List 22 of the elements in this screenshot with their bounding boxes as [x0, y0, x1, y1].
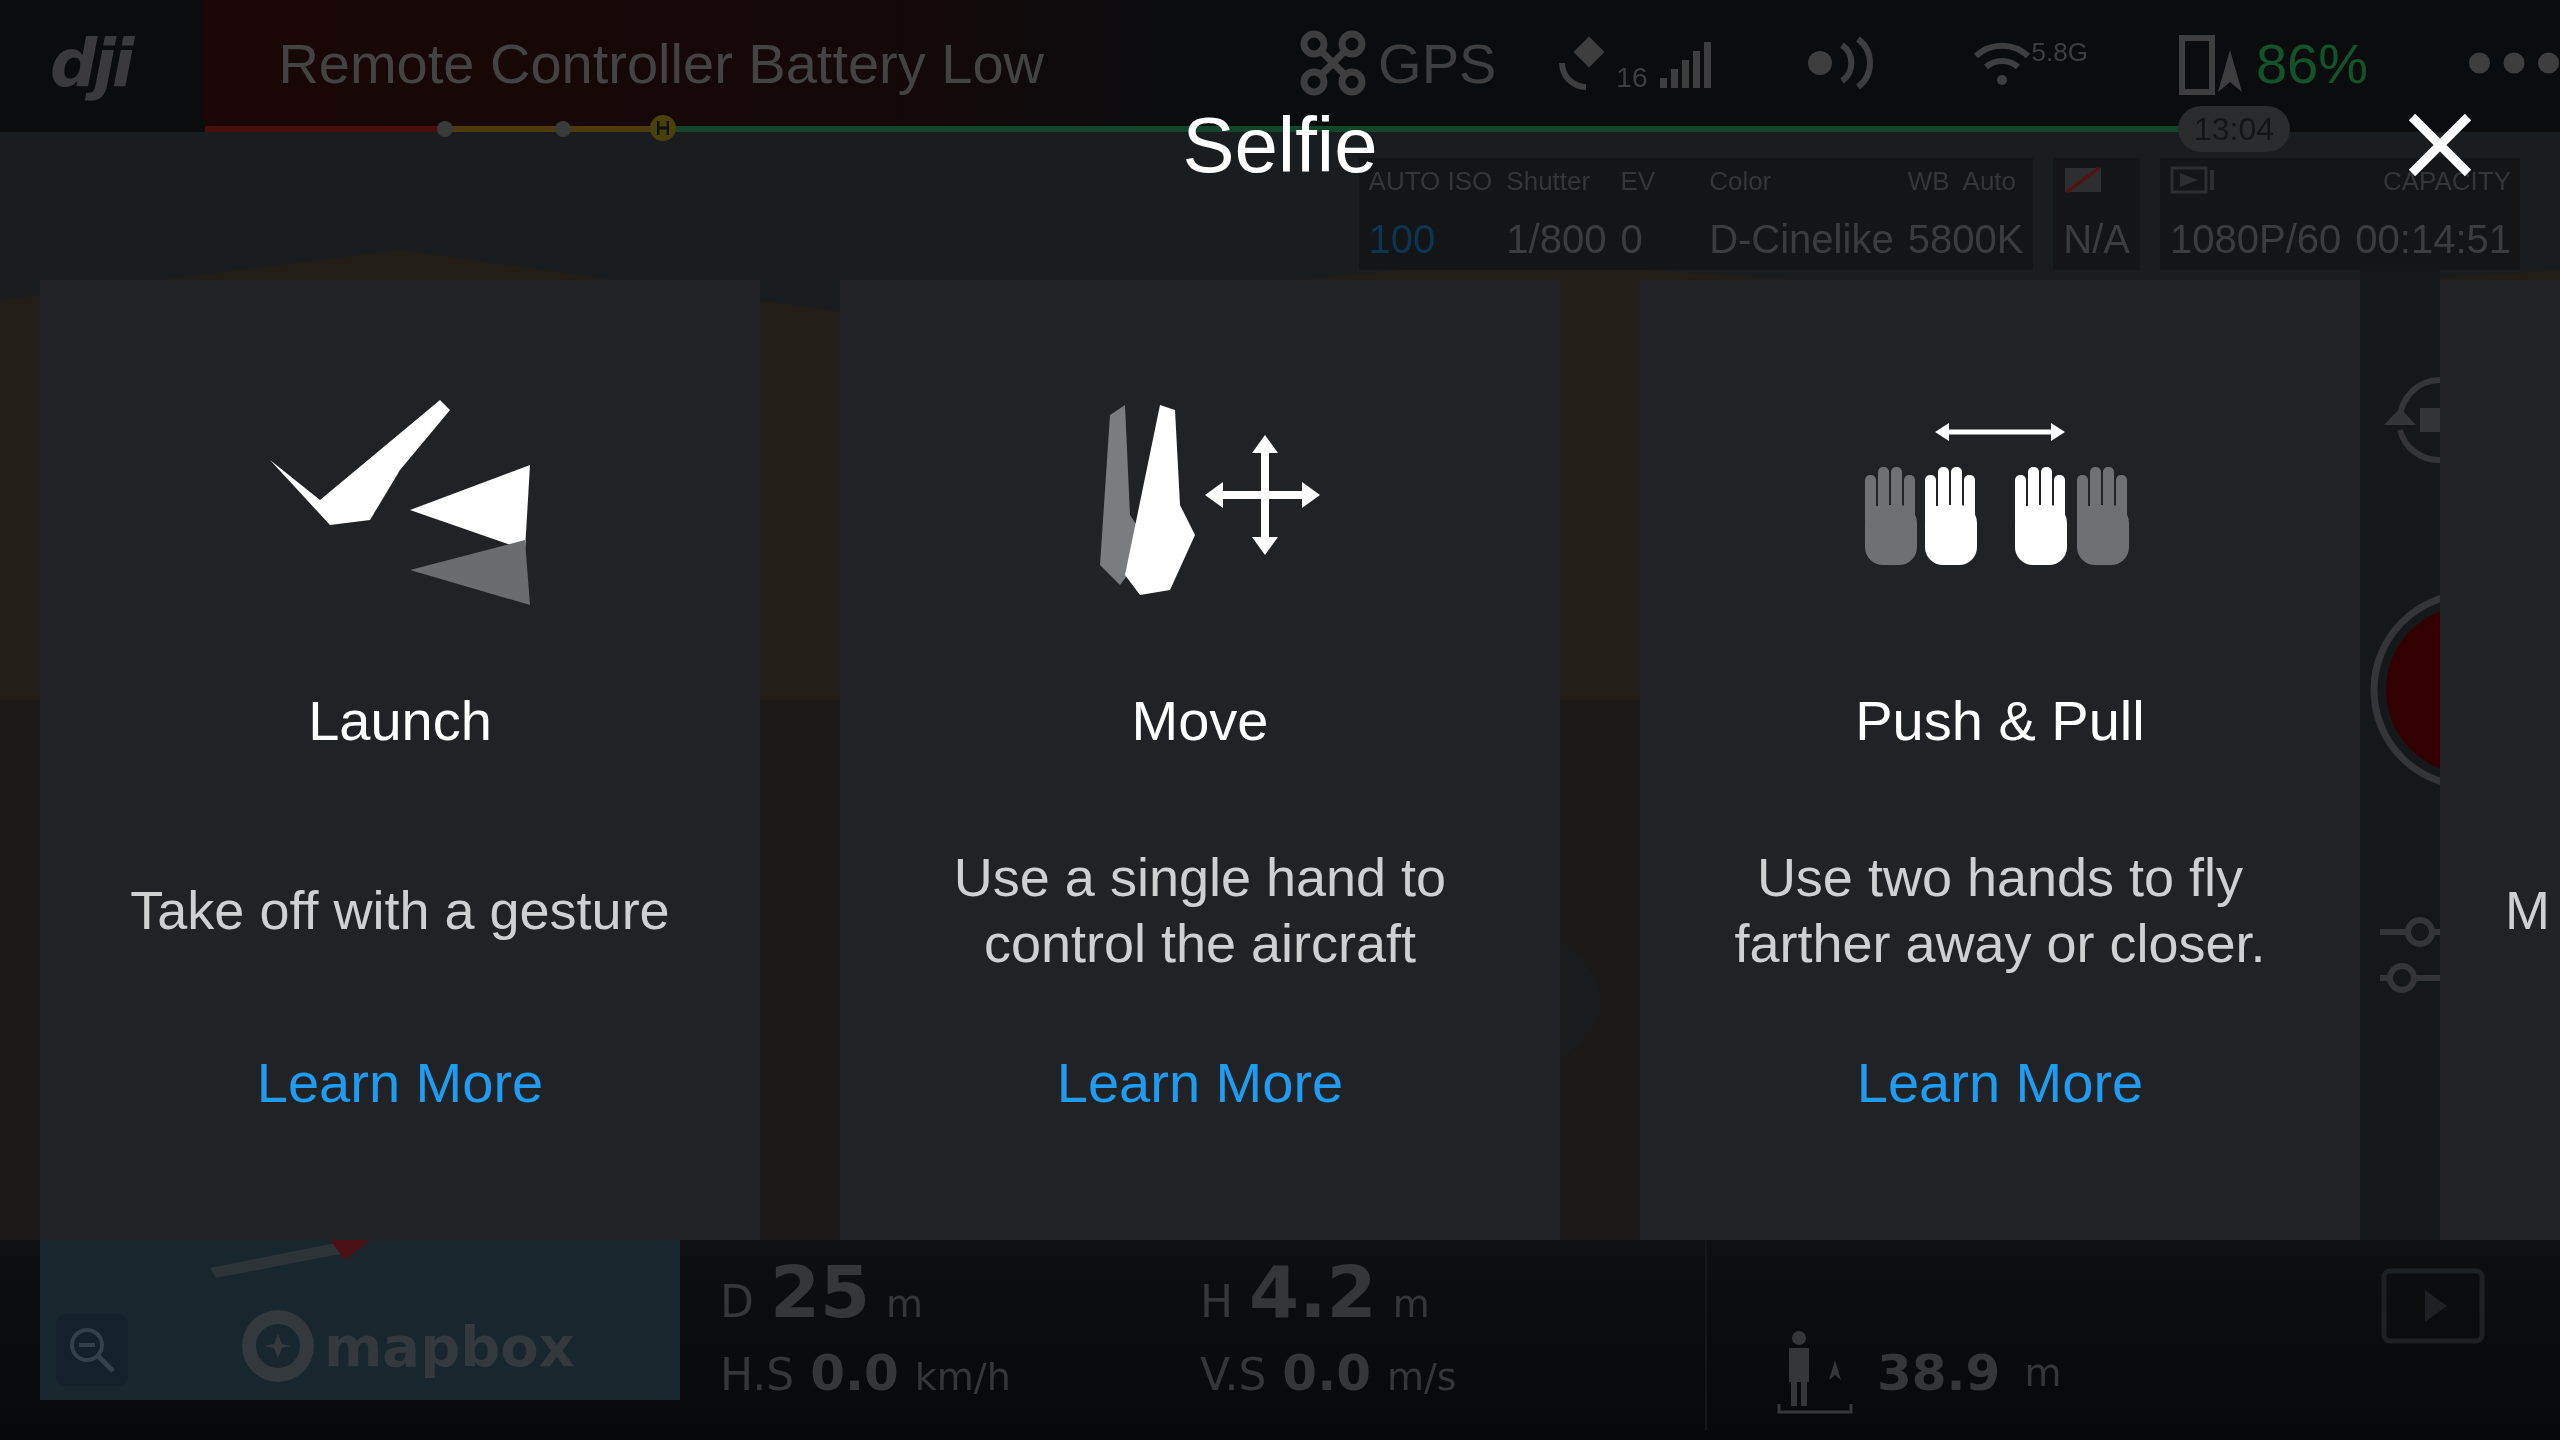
- learn-more-link[interactable]: Learn More: [1056, 1050, 1344, 1115]
- drone-icon: [1300, 30, 1367, 96]
- zoom-out-icon: [67, 1325, 117, 1375]
- card-description: Take off with a gesture: [130, 879, 670, 942]
- card-title: Launch: [308, 687, 492, 753]
- card-title: Move: [1131, 687, 1269, 753]
- card-description: Use two hands to fly farther away or closer.: [1733, 846, 2267, 975]
- learn-more-link[interactable]: Learn More: [256, 1050, 544, 1115]
- more-icon[interactable]: [2467, 51, 2560, 75]
- video-icon: [2170, 166, 2216, 194]
- card-description: Use a single hand to control the aircraft: [952, 846, 1448, 975]
- card-title: Push & Pull: [1855, 687, 2145, 753]
- wifi-icon: [1971, 40, 2032, 86]
- sd-card-icon: [2063, 166, 2104, 194]
- aircraft-marker-icon: [210, 1240, 370, 1280]
- zoom-out-button[interactable]: [56, 1314, 128, 1386]
- card-description: M: [2505, 879, 2550, 942]
- setting-value: 100: [1368, 217, 1437, 262]
- alert-message: Remote Controller Battery Low: [278, 30, 1045, 96]
- person-distance-icon: [1777, 1330, 1853, 1416]
- learn-more-link[interactable]: Learn More: [1856, 1050, 2144, 1115]
- battery-percentage: 86%: [2255, 30, 2368, 96]
